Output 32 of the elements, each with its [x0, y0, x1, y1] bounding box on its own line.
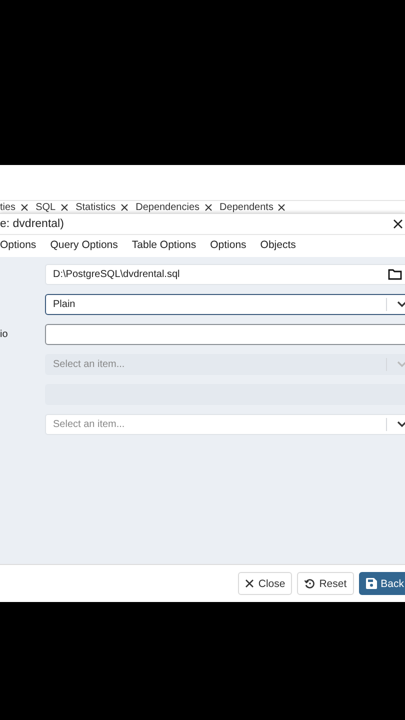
close-icon[interactable]: [20, 204, 28, 211]
dialog-tab[interactable]: Table Options: [124, 235, 204, 257]
panel-tab[interactable]: SQL: [36, 202, 56, 213]
close-icon[interactable]: [278, 204, 286, 211]
field-label: io: [0, 329, 8, 340]
folder-icon[interactable]: [388, 269, 402, 280]
reset-button[interactable]: Reset: [297, 572, 354, 595]
close-icon[interactable]: [393, 219, 403, 229]
select-field[interactable]: Select an item...: [45, 414, 405, 435]
panel-tab[interactable]: Statistics: [76, 202, 116, 213]
file-path-field[interactable]: D:\PostgreSQL\dvdrental.sql: [45, 264, 405, 285]
close-button[interactable]: Close: [238, 572, 292, 595]
dialog-tab[interactable]: Options: [203, 235, 254, 257]
chevron-down-icon: [397, 301, 405, 308]
backup-button[interactable]: Back: [358, 572, 405, 595]
input-field[interactable]: [45, 324, 405, 345]
close-icon[interactable]: [60, 204, 68, 211]
save-icon: [366, 578, 377, 589]
close-icon[interactable]: [204, 204, 212, 211]
close-icon: [245, 579, 254, 588]
panel-tab[interactable]: Dependents: [220, 202, 274, 213]
reset-icon: [304, 578, 316, 589]
dialog-tab[interactable]: Objects: [253, 235, 303, 257]
dialog-title: e: dvdrental): [0, 218, 64, 230]
select-field[interactable]: Plain: [45, 294, 405, 315]
dialog-tab[interactable]: Query Options: [43, 235, 125, 257]
chevron-down-icon: [397, 361, 405, 368]
close-icon[interactable]: [120, 204, 128, 211]
panel-tab[interactable]: ties: [0, 202, 16, 213]
dialog-tab[interactable]: Options: [0, 235, 44, 257]
panel-tab[interactable]: Dependencies: [136, 202, 200, 213]
chevron-down-icon: [397, 421, 405, 428]
